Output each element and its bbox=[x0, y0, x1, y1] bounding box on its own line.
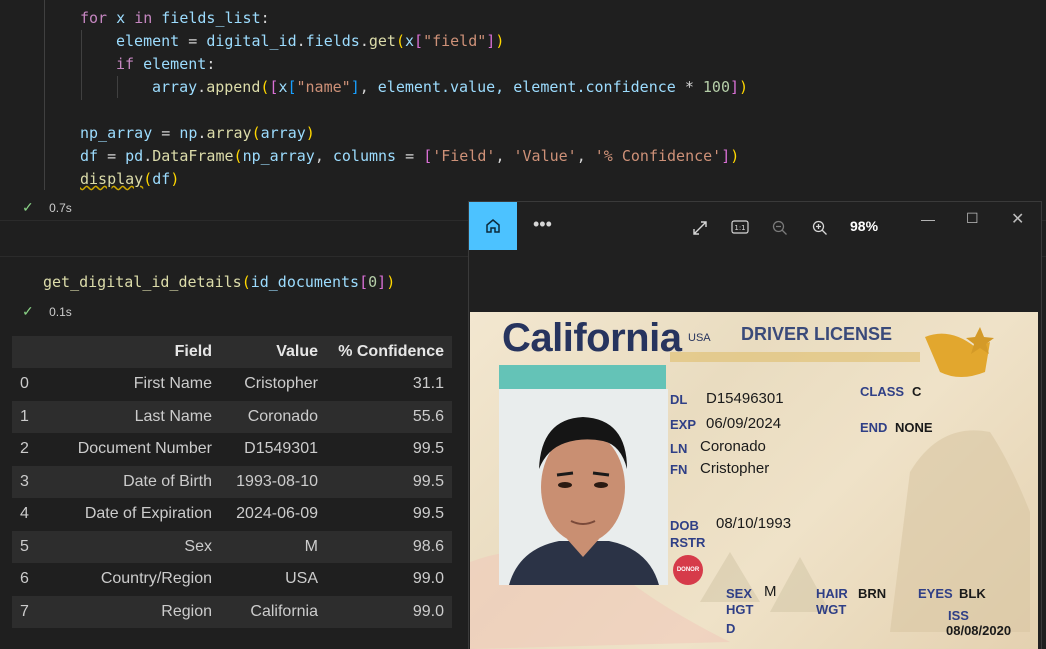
card-state: California bbox=[502, 316, 682, 360]
end-value: NONE bbox=[895, 420, 933, 435]
donor-badge: DONOR bbox=[673, 555, 703, 585]
portrait-photo bbox=[499, 389, 668, 585]
cell-2-exec-time: 0.1s bbox=[49, 305, 72, 319]
dob-value: 08/10/1993 bbox=[716, 515, 792, 532]
fn-value: Cristopher bbox=[700, 460, 770, 477]
iss-label: ISS bbox=[948, 608, 969, 623]
index-header bbox=[12, 336, 46, 368]
code-line-7: display(df) bbox=[80, 170, 180, 188]
card-doc-type: DRIVER LICENSE bbox=[741, 324, 893, 344]
class-value: C bbox=[912, 384, 922, 399]
indent-guide bbox=[117, 76, 118, 98]
actual-size-icon[interactable]: 1:1 bbox=[731, 220, 749, 234]
viewer-toolbar: ••• 1:1 98% — ☐ ✕ bbox=[469, 202, 1041, 252]
more-options-icon[interactable]: ••• bbox=[533, 214, 552, 235]
dl-label: DL bbox=[670, 392, 688, 407]
iss-value: 08/08/2020 bbox=[946, 623, 1012, 638]
sex-value: M bbox=[764, 583, 777, 600]
end-label: END bbox=[860, 420, 888, 435]
zoom-in-icon[interactable] bbox=[812, 220, 828, 236]
dob-label: DOB bbox=[670, 518, 699, 533]
maximize-icon[interactable]: ☐ bbox=[966, 210, 979, 227]
code-line-5: np_array = np.array(array) bbox=[80, 124, 315, 142]
ln-value: Coronado bbox=[700, 438, 766, 455]
code-line-6: df = pd.DataFrame(np_array, columns = ['… bbox=[80, 147, 740, 165]
svg-text:1:1: 1:1 bbox=[734, 224, 745, 232]
dd-label: D bbox=[726, 621, 736, 636]
check-icon: ✓ bbox=[22, 303, 34, 319]
table-row: 6 Country/Region USA 99.0 bbox=[12, 563, 452, 596]
check-icon: ✓ bbox=[22, 199, 34, 215]
full-screen-icon[interactable] bbox=[692, 220, 708, 236]
driver-license-image: California USA DRIVER LICENSE DL D154963… bbox=[470, 312, 1038, 649]
dl-value: D15496301 bbox=[706, 390, 784, 407]
indent-guide bbox=[44, 0, 45, 190]
indent-guide bbox=[81, 30, 82, 100]
exp-value: 06/09/2024 bbox=[706, 415, 782, 432]
hair-label: HAIR bbox=[816, 586, 848, 601]
cell-1-exec-time: 0.7s bbox=[49, 201, 72, 215]
cell-2-status: ✓ 0.1s bbox=[22, 303, 72, 320]
table-row: 7 Region California 99.0 bbox=[12, 595, 452, 628]
wgt-label: WGT bbox=[816, 602, 847, 617]
rstr-label: RSTR bbox=[670, 535, 706, 550]
zoom-out-icon[interactable] bbox=[772, 220, 788, 236]
code-cell-1[interactable]: for x in fields_list: element = digital_… bbox=[0, 0, 1046, 221]
fn-label: FN bbox=[670, 462, 688, 477]
table-row: 2 Document Number D1549301 99.5 bbox=[12, 433, 452, 466]
table-row: 0 First Name Cristopher 31.1 bbox=[12, 368, 452, 401]
zoom-level: 98% bbox=[850, 218, 879, 234]
table-row: 1 Last Name Coronado 55.6 bbox=[12, 400, 452, 433]
code-line-3: if element: bbox=[116, 55, 216, 73]
hgt-label: HGT bbox=[726, 602, 754, 617]
table-row: 5 Sex M 98.6 bbox=[12, 530, 452, 563]
home-button[interactable] bbox=[469, 202, 517, 250]
table-row: 4 Date of Expiration 2024-06-09 99.5 bbox=[12, 498, 452, 531]
hair-value: BRN bbox=[858, 586, 887, 601]
photo-viewer-window: ••• 1:1 98% — ☐ ✕ California USA DRIVER … bbox=[468, 201, 1042, 649]
code-line-cell2: get_digital_id_details(id_documents[0]) bbox=[43, 273, 396, 291]
eyes-value: BLK bbox=[959, 586, 986, 601]
table-row: 3 Date of Birth 1993-08-10 99.5 bbox=[12, 465, 452, 498]
column-header-value: Value bbox=[220, 336, 326, 368]
cell-1-status: ✓ 0.7s bbox=[22, 199, 72, 216]
minimize-icon[interactable]: — bbox=[921, 211, 935, 227]
table-header-row: Field Value % Confidence bbox=[12, 336, 452, 368]
exp-label: EXP bbox=[670, 417, 697, 432]
home-icon bbox=[486, 219, 500, 233]
class-label: CLASS bbox=[860, 384, 905, 399]
ln-label: LN bbox=[670, 441, 688, 456]
code-line-4: array.append([x["name"], element.value, … bbox=[152, 78, 749, 96]
eyes-label: EYES bbox=[918, 586, 953, 601]
photo-header-strip bbox=[499, 365, 666, 389]
card-gold-band bbox=[670, 352, 920, 362]
code-line-1: for x in fields_list: bbox=[80, 9, 270, 27]
dataframe-output: Field Value % Confidence 0 First Name Cris… bbox=[12, 336, 452, 628]
code-line-2: element = digital_id.fields.get(x["field… bbox=[116, 32, 505, 50]
column-header-field: Field bbox=[46, 336, 220, 368]
column-header-confidence: % Confidence bbox=[326, 336, 452, 368]
sex-label: SEX bbox=[726, 586, 753, 601]
close-icon[interactable]: ✕ bbox=[1011, 209, 1024, 229]
card-country: USA bbox=[688, 332, 711, 344]
